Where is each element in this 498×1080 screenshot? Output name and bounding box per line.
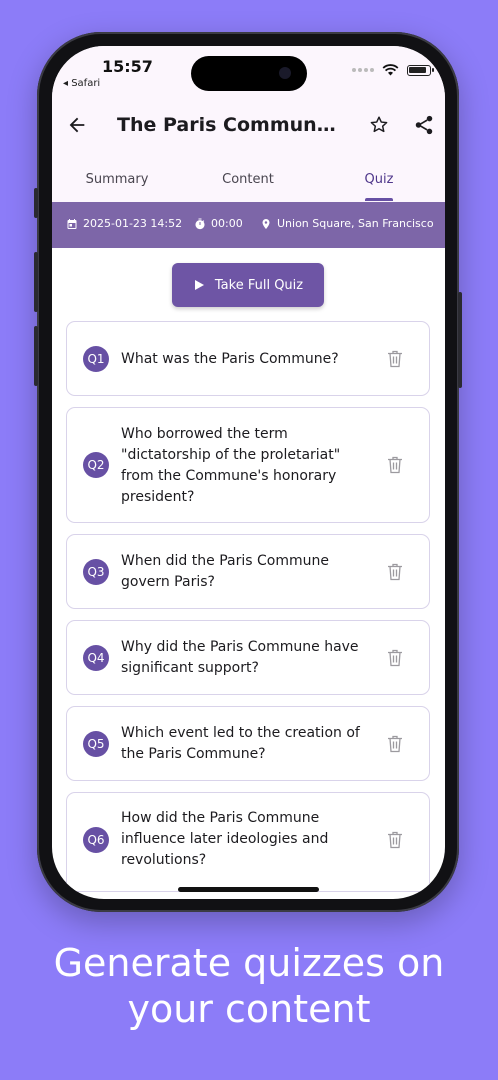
question-number-badge: Q5: [83, 731, 109, 757]
question-card[interactable]: Q3 When did the Paris Commune govern Par…: [66, 534, 430, 609]
camera-icon: [279, 67, 291, 79]
info-date: 2025-01-23 14:52: [66, 217, 182, 230]
delete-icon[interactable]: [387, 831, 403, 849]
phone-volume-up-button: [34, 252, 38, 312]
question-text: Who borrowed the term "dictatorship of t…: [121, 426, 341, 505]
wifi-icon: [382, 64, 399, 76]
phone-power-button: [458, 292, 462, 388]
question-text: Which event led to the creation of the P…: [121, 725, 360, 762]
question-card[interactable]: Q5 Which event led to the creation of th…: [66, 706, 430, 781]
cellular-signal-icon: [352, 68, 374, 72]
question-text: Why did the Paris Commune have significa…: [121, 639, 359, 676]
status-indicators: [352, 64, 434, 76]
page-title: The Paris Commune: ...: [117, 114, 342, 136]
play-icon: [194, 280, 204, 290]
question-number-badge: Q3: [83, 559, 109, 585]
tab-summary[interactable]: Summary: [82, 172, 152, 187]
dynamic-island: [191, 56, 307, 91]
phone-volume-down-button: [34, 326, 38, 386]
arrow-left-icon[interactable]: [66, 114, 88, 136]
tab-content[interactable]: Content: [212, 172, 284, 187]
question-number-badge: Q6: [83, 827, 109, 853]
info-location: Union Square, San Francisco: [260, 217, 434, 230]
timer-icon: [195, 218, 205, 229]
info-bar: 2025-01-23 14:52 00:00 Union Square, San…: [52, 202, 445, 248]
location-pin-icon: [262, 218, 270, 229]
marketing-caption: Generate quizzes on your content: [0, 940, 498, 1032]
take-full-quiz-label: Take Full Quiz: [214, 277, 304, 293]
take-full-quiz-button[interactable]: Take Full Quiz: [172, 263, 324, 307]
question-card[interactable]: Q4 Why did the Paris Commune have signif…: [66, 620, 430, 695]
info-duration-text: 00:00: [211, 217, 243, 230]
caption-line-1: Generate quizzes on: [53, 941, 445, 985]
delete-icon[interactable]: [387, 735, 403, 753]
delete-icon[interactable]: [387, 649, 403, 667]
question-card[interactable]: Q1 What was the Paris Commune?: [66, 321, 430, 396]
info-location-text: Union Square, San Francisco: [277, 217, 434, 230]
delete-icon[interactable]: [387, 350, 403, 368]
status-time: 15:57: [102, 57, 153, 76]
active-tab-indicator: [365, 198, 393, 201]
question-number-badge: Q1: [83, 346, 109, 372]
calendar-icon: [67, 218, 77, 229]
question-number-badge: Q4: [83, 645, 109, 671]
phone-side-button: [34, 188, 38, 218]
question-text: When did the Paris Commune govern Paris?: [121, 553, 329, 590]
question-card[interactable]: Q6 How did the Paris Commune influence l…: [66, 792, 430, 892]
tab-bar: Summary Content Quiz: [52, 166, 445, 202]
info-duration: 00:00: [194, 217, 243, 230]
tab-quiz[interactable]: Quiz: [352, 172, 406, 187]
star-icon[interactable]: [368, 114, 390, 136]
delete-icon[interactable]: [387, 456, 403, 474]
caption-line-2: your content: [127, 987, 371, 1031]
back-to-safari-link[interactable]: ◂ Safari: [63, 78, 100, 89]
share-icon[interactable]: [413, 114, 435, 136]
question-number-badge: Q2: [83, 452, 109, 478]
question-card[interactable]: Q2 Who borrowed the term "dictatorship o…: [66, 407, 430, 523]
question-text: What was the Paris Commune?: [121, 351, 339, 367]
info-date-text: 2025-01-23 14:52: [83, 217, 183, 230]
question-text: How did the Paris Commune influence late…: [121, 810, 329, 868]
home-indicator[interactable]: [178, 887, 319, 892]
app-screen: 15:57 ◂ Safari The Paris Commune: ... Su…: [52, 46, 445, 899]
battery-icon: [407, 64, 434, 76]
delete-icon[interactable]: [387, 563, 403, 581]
